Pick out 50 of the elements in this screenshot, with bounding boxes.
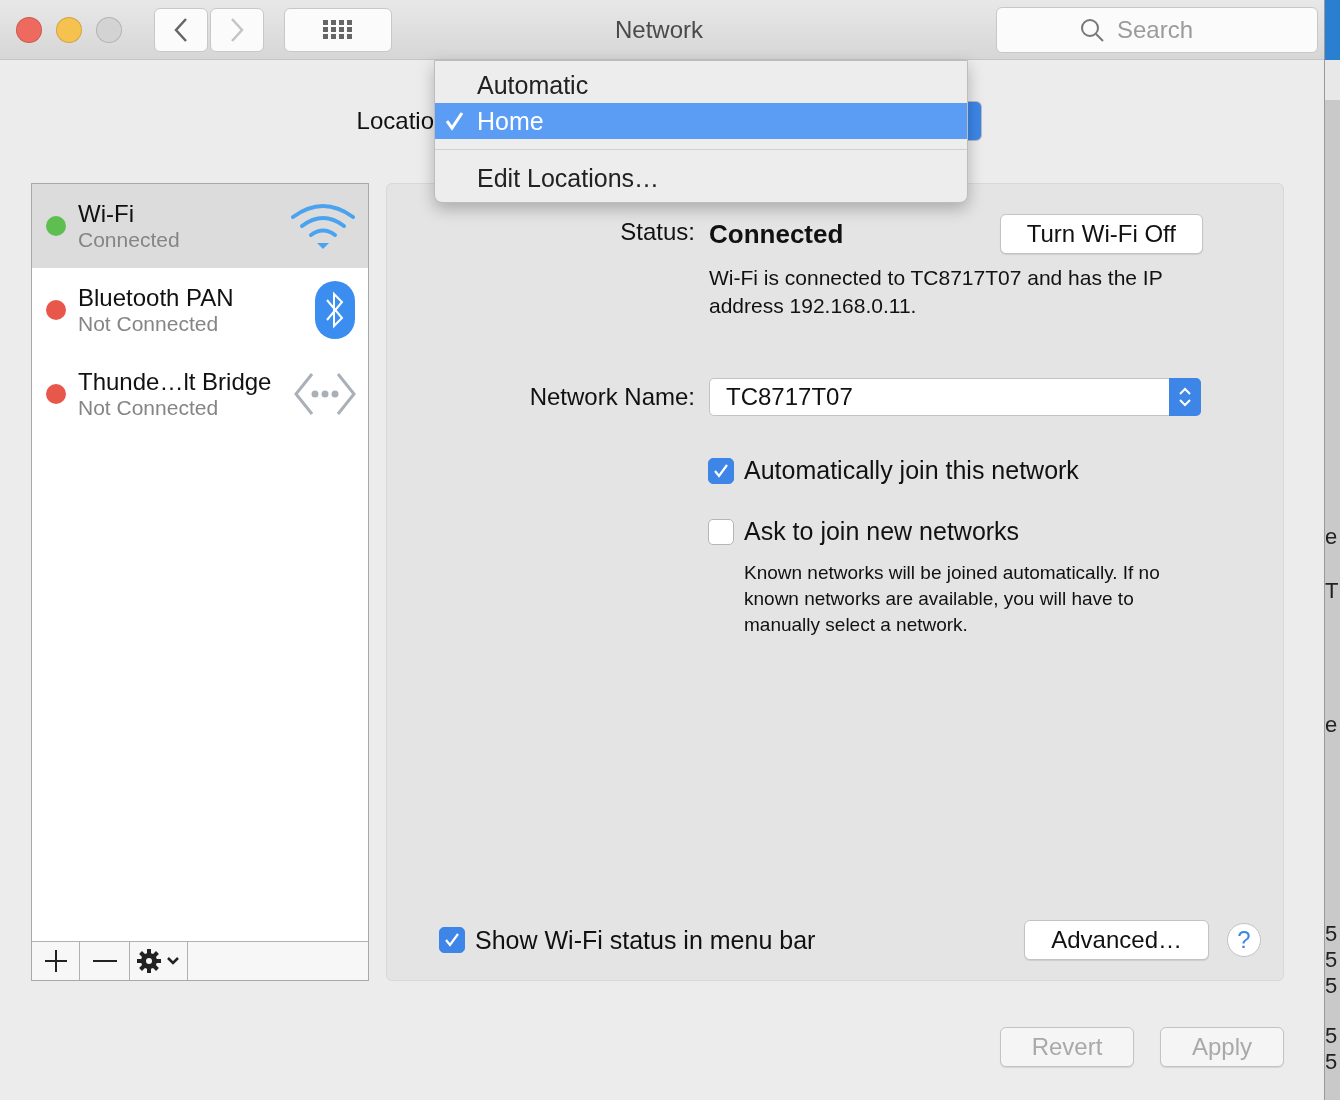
menu-item[interactable]: Edit Locations… xyxy=(435,160,967,196)
service-name: Thunde…lt Bridge xyxy=(78,368,273,396)
text-fragment: 5 xyxy=(1325,1050,1339,1074)
close-button[interactable] xyxy=(16,16,42,43)
text-fragment: 5 xyxy=(1325,974,1339,998)
location-label: Locatio xyxy=(355,107,434,135)
status-description: Wi-Fi is connected to TC8717T07 and has the IP address 192.168.0.11. xyxy=(709,265,1164,319)
text-fragment: e xyxy=(1325,713,1339,737)
checkbox-label: Show Wi-Fi status in menu bar xyxy=(475,925,816,955)
search-icon xyxy=(1080,17,1104,42)
checkbox-label: Automatically join this network xyxy=(744,456,1079,485)
grid-icon xyxy=(323,19,353,40)
service-name: Bluetooth PAN xyxy=(78,284,235,312)
checkmark-icon xyxy=(443,931,461,949)
advanced-button[interactable]: Advanced… xyxy=(1024,920,1209,960)
bluetooth-icon xyxy=(314,280,356,340)
search-field[interactable]: Search xyxy=(996,6,1318,53)
gear-icon xyxy=(135,948,182,974)
minus-icon xyxy=(92,959,117,963)
network-name-select[interactable]: TC8717T07 xyxy=(709,378,1201,416)
text-fragment: T xyxy=(1325,579,1340,603)
text-fragment: 5 xyxy=(1325,948,1339,972)
network-name-label: Network Name: xyxy=(528,383,695,411)
text-fragment: e xyxy=(1325,525,1339,549)
window-title: Network xyxy=(615,15,705,44)
service-name: Wi-Fi xyxy=(78,200,135,228)
chevron-right-icon xyxy=(230,16,244,43)
chevron-left-icon xyxy=(174,16,188,43)
help-note: Known networks will be joined automatically. If no known networks are available, you will have to manually select a network. xyxy=(744,561,1161,637)
plus-icon xyxy=(43,949,68,973)
status-value: Connected xyxy=(709,218,844,250)
status-label: Status: xyxy=(619,217,695,246)
service-status: Not Connected xyxy=(78,312,220,336)
wifi-icon xyxy=(290,201,356,251)
service-item[interactable]: Wi-Fi Connected xyxy=(32,184,368,268)
turn-off-button[interactable]: Turn Wi-Fi Off xyxy=(999,214,1203,254)
back-button[interactable] xyxy=(154,7,208,52)
menu-item[interactable]: Automatic xyxy=(435,67,967,103)
checkbox[interactable] xyxy=(708,457,734,484)
text-fragment: 5 xyxy=(1325,922,1339,946)
stepper-icon xyxy=(1169,378,1201,416)
service-status: Not Connected xyxy=(78,396,220,420)
text-fragment: 5 xyxy=(1325,1024,1339,1048)
show-all-button[interactable] xyxy=(284,7,392,52)
checkbox-label: Ask to join new networks xyxy=(744,517,1020,546)
checkbox[interactable] xyxy=(439,927,465,953)
checkbox[interactable] xyxy=(708,518,734,545)
bridge-icon xyxy=(294,372,356,416)
service-status: Connected xyxy=(78,228,181,252)
help-button[interactable]: ? xyxy=(1227,923,1261,957)
